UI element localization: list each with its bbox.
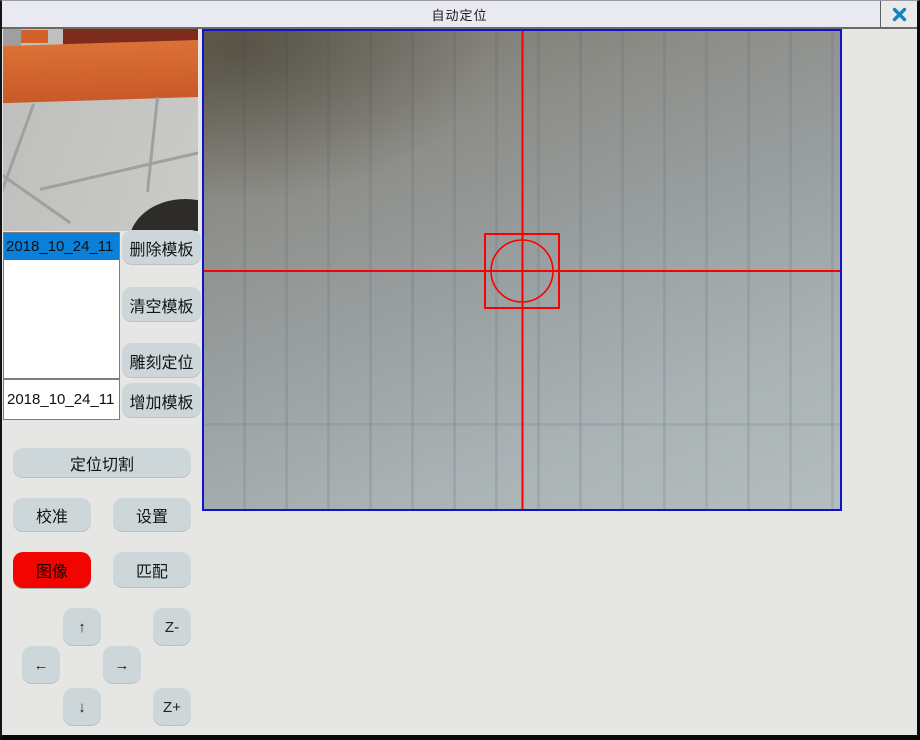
jog-z-plus-button[interactable]: Z+ bbox=[153, 688, 191, 726]
jog-down-button[interactable]: ↓ bbox=[63, 688, 101, 726]
thumbnail-tile-grout-line bbox=[146, 97, 159, 192]
thumbnail-tile-grout-line bbox=[40, 150, 198, 191]
close-icon bbox=[892, 7, 907, 22]
template-name-field[interactable] bbox=[3, 379, 120, 420]
jog-right-button[interactable]: → bbox=[103, 646, 141, 684]
auto-position-window: 自动定位 2018_10_24_11 删除模板 清空模板 雕刻定位 增加模板 定… bbox=[0, 0, 920, 740]
clear-template-button[interactable]: 清空模板 bbox=[122, 287, 201, 322]
template-list[interactable]: 2018_10_24_11 bbox=[3, 232, 120, 379]
thumbnail-dark-object bbox=[129, 199, 198, 231]
template-thumbnail bbox=[3, 29, 198, 231]
engrave-position-button[interactable]: 雕刻定位 bbox=[122, 343, 201, 378]
titlebar: 自动定位 bbox=[2, 1, 917, 29]
position-cut-button[interactable]: 定位切割 bbox=[13, 448, 191, 478]
crosshair-overlay bbox=[204, 31, 840, 509]
thumbnail-tile-grout-line bbox=[3, 173, 71, 224]
delete-template-button[interactable]: 删除模板 bbox=[122, 230, 201, 265]
thumbnail-orange-beam bbox=[3, 40, 198, 104]
calibrate-button[interactable]: 校准 bbox=[13, 498, 91, 532]
settings-button[interactable]: 设置 bbox=[113, 498, 191, 532]
thumbnail-orange-patch bbox=[21, 30, 48, 43]
add-template-button[interactable]: 增加模板 bbox=[122, 383, 201, 418]
close-button[interactable] bbox=[880, 1, 917, 27]
jog-left-button[interactable]: ← bbox=[22, 646, 60, 684]
image-button[interactable]: 图像 bbox=[13, 552, 91, 588]
camera-view bbox=[202, 29, 842, 511]
jog-z-minus-button[interactable]: Z- bbox=[153, 608, 191, 646]
jog-up-button[interactable]: ↑ bbox=[63, 608, 101, 646]
template-list-item[interactable]: 2018_10_24_11 bbox=[4, 233, 119, 260]
window-title: 自动定位 bbox=[431, 5, 487, 24]
match-button[interactable]: 匹配 bbox=[113, 552, 191, 588]
